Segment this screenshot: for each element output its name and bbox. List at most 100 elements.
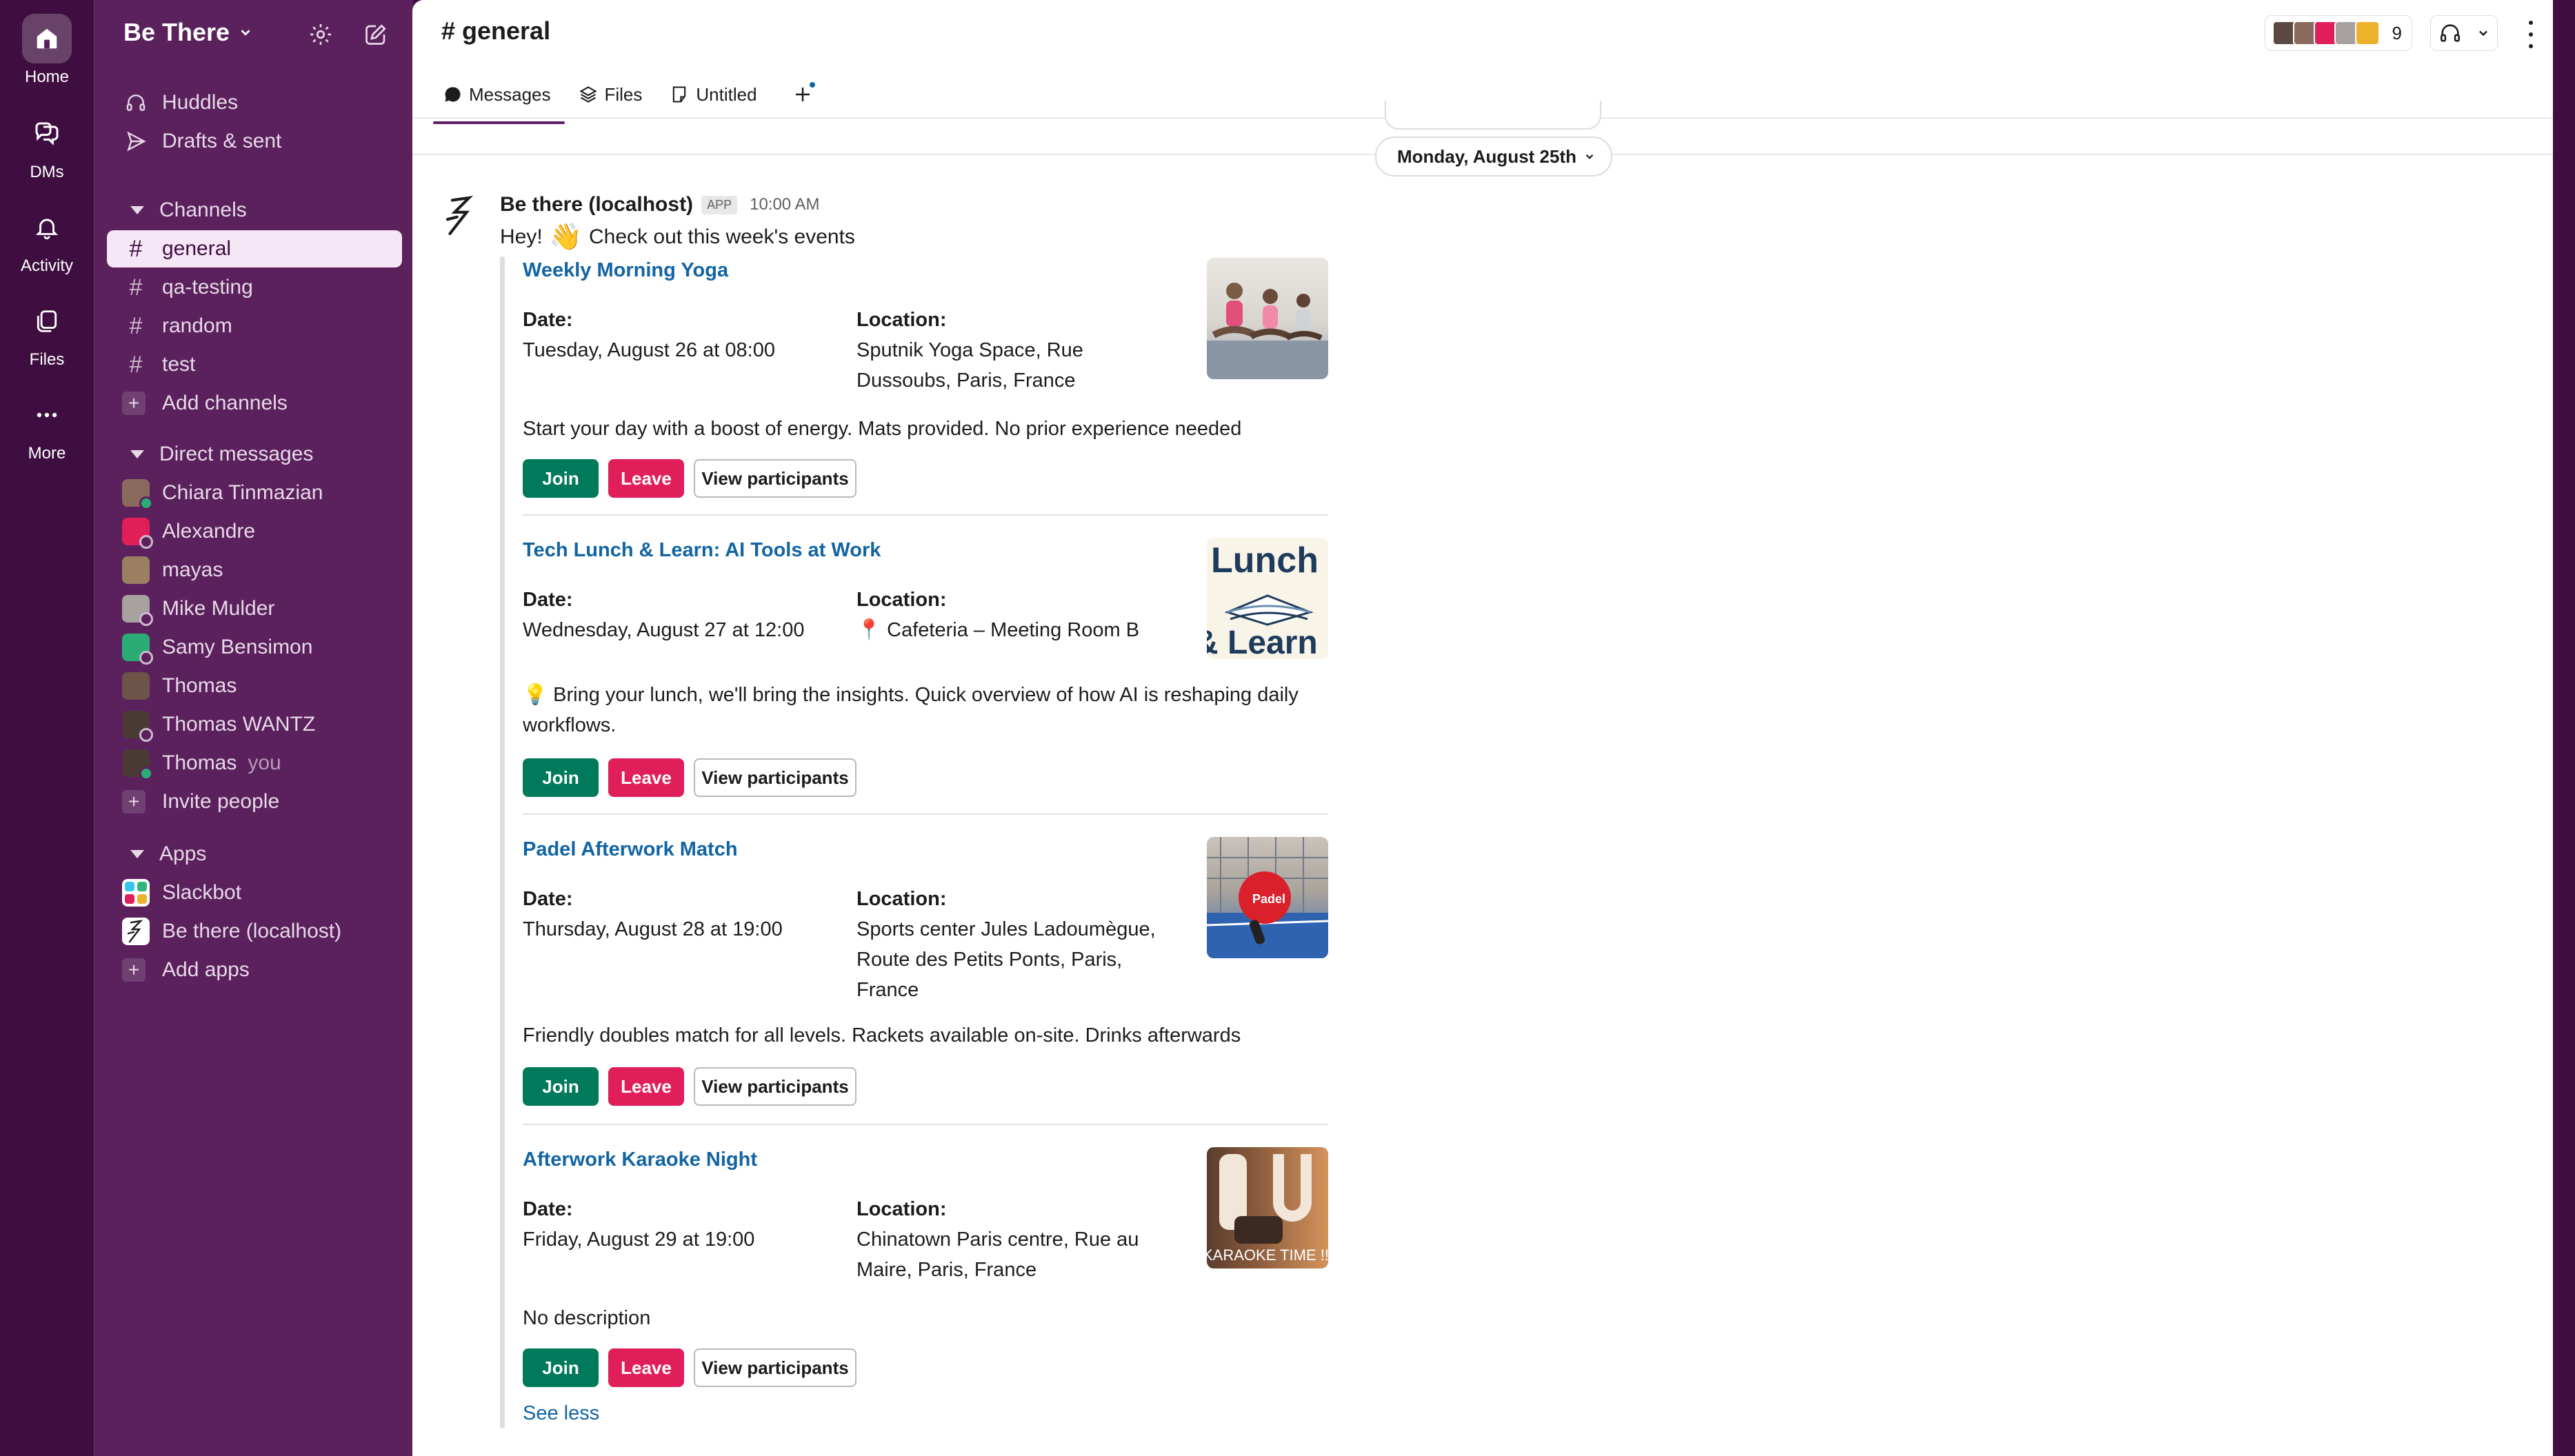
sidebar-dm-self[interactable]: Thomas you	[107, 745, 402, 782]
channel-menu-icon[interactable]	[2527, 21, 2535, 48]
caret-down-icon	[130, 450, 144, 458]
event-date: Friday, August 29 at 19:00	[523, 1228, 755, 1251]
sidebar-channel-general[interactable]: # general	[107, 230, 402, 267]
sidebar-item-label: Alexandre	[162, 520, 256, 543]
date-divider-pill[interactable]: Monday, August 25th	[1375, 136, 1612, 176]
add-tab-button[interactable]	[789, 81, 816, 108]
sidebar-dm[interactable]: Thomas WANTZ	[107, 706, 402, 743]
sidebar-dm[interactable]: Samy Bensimon	[107, 629, 402, 666]
message-sender[interactable]: Be there (localhost)	[500, 193, 693, 216]
members-button[interactable]: 9	[2264, 15, 2412, 51]
event-date: Thursday, August 28 at 19:00	[523, 918, 783, 940]
lunch-image-text: Lunch	[1211, 540, 1319, 580]
karaoke-image[interactable]: KARAOKE TIME !!	[1207, 1147, 1328, 1268]
sidebar-dm[interactable]: Thomas	[107, 667, 402, 705]
see-less-link[interactable]: See less	[523, 1402, 599, 1425]
rail-home-label: Home	[24, 68, 70, 86]
sidebar-item-drafts[interactable]: Drafts & sent	[107, 123, 402, 160]
sidebar-app-be-there[interactable]: Be there (localhost)	[107, 913, 402, 950]
yoga-image[interactable]	[1207, 258, 1328, 379]
dms-icon	[22, 109, 72, 159]
sidebar-item-label: Slackbot	[162, 881, 242, 904]
message-header: Be there (localhost) APP 10:00 AM	[500, 193, 820, 216]
sidebar-dm[interactable]: Chiara Tinmazian	[107, 474, 402, 512]
sidebar-dm[interactable]: Mike Mulder	[107, 590, 402, 627]
message-text: Hey! 👋 Check out this week's events	[500, 222, 855, 252]
karaoke-image-text: KARAOKE TIME !!	[1207, 1246, 1328, 1264]
join-button[interactable]: Join	[523, 459, 599, 498]
view-participants-button[interactable]: View participants	[694, 459, 856, 498]
leave-button[interactable]: Leave	[608, 1067, 684, 1106]
plus-icon: +	[122, 392, 146, 415]
files-icon	[22, 296, 72, 346]
compose-icon[interactable]	[362, 21, 390, 48]
section-label: Apps	[159, 842, 207, 865]
add-apps-button[interactable]: + Add apps	[107, 951, 402, 989]
sidebar-channel-test[interactable]: # test	[107, 346, 402, 383]
sidebar-app-slackbot[interactable]: Slackbot	[107, 874, 402, 911]
invite-people-button[interactable]: + Invite people	[107, 783, 402, 820]
be-there-logo-icon[interactable]	[443, 194, 479, 237]
sidebar-item-label: Add apps	[162, 958, 250, 981]
view-participants-button[interactable]: View participants	[694, 1348, 856, 1387]
event-title[interactable]: Afterwork Karaoke Night	[523, 1149, 757, 1171]
event-title[interactable]: Tech Lunch & Learn: AI Tools at Work	[523, 539, 881, 562]
sidebar-dm[interactable]: Alexandre	[107, 513, 402, 550]
canvas-icon	[670, 85, 689, 104]
avatar	[122, 672, 150, 700]
rail-more[interactable]: More	[0, 390, 94, 463]
padel-image[interactable]: Padel	[1207, 837, 1328, 958]
leave-button[interactable]: Leave	[608, 1348, 684, 1387]
join-button[interactable]: Join	[523, 1348, 599, 1387]
join-button[interactable]: Join	[523, 758, 599, 797]
date-label: Date:	[523, 589, 573, 611]
event-actions: Join Leave View participants	[523, 459, 866, 498]
tab-messages[interactable]: Messages	[429, 74, 565, 124]
event-description: Start your day with a boost of energy. M…	[523, 418, 1242, 440]
workspace-switcher[interactable]: Be There	[123, 18, 253, 47]
tab-files[interactable]: Files	[565, 74, 657, 114]
previous-date-pill	[1385, 101, 1601, 130]
add-channels-button[interactable]: + Add channels	[107, 385, 402, 422]
event-title[interactable]: Weekly Morning Yoga	[523, 259, 728, 282]
sidebar-channel-qa-testing[interactable]: # qa-testing	[107, 269, 402, 306]
view-participants-button[interactable]: View participants	[694, 758, 856, 797]
huddle-button[interactable]	[2430, 15, 2498, 51]
channel-title[interactable]: # general	[441, 17, 550, 46]
sidebar-channel-random[interactable]: # random	[107, 307, 402, 345]
plus-icon	[795, 88, 810, 101]
sidebar-item-label: Thomas	[162, 674, 237, 697]
message-timestamp[interactable]: 10:00 AM	[750, 195, 819, 214]
apps-section-header[interactable]: Apps	[130, 842, 206, 866]
rail-activity[interactable]: Activity	[0, 203, 94, 276]
gear-icon[interactable]	[307, 21, 334, 48]
join-button[interactable]: Join	[523, 1067, 599, 1106]
sidebar-dm[interactable]: mayas	[107, 552, 402, 589]
tab-untitled[interactable]: Untitled	[656, 74, 770, 114]
padel-image-text: Padel	[1252, 892, 1285, 906]
channel-view: # general 9 Messages Files Untitled Mond…	[412, 0, 2564, 1456]
layers-icon	[579, 85, 598, 104]
location-label: Location:	[856, 1198, 947, 1220]
sidebar-item-huddles[interactable]: Huddles	[107, 84, 402, 121]
sidebar-item-label: general	[162, 237, 232, 260]
sidebar-item-label: Thomas WANTZ	[162, 713, 316, 736]
rail-home[interactable]: Home	[0, 14, 94, 87]
dm-section-header[interactable]: Direct messages	[130, 443, 313, 466]
rail-files[interactable]: Files	[0, 296, 94, 370]
avatar	[122, 749, 153, 780]
caret-down-icon	[130, 206, 144, 214]
view-participants-button[interactable]: View participants	[694, 1067, 856, 1106]
hash-icon: #	[129, 351, 143, 378]
sidebar-item-label: Mike Mulder	[162, 597, 275, 620]
leave-button[interactable]: Leave	[608, 459, 684, 498]
event-location: 📍 Cafeteria – Meeting Room B	[856, 615, 1174, 645]
lunch-learn-image[interactable]: Lunch & Learn	[1207, 538, 1328, 659]
leave-button[interactable]: Leave	[608, 758, 684, 797]
event-title[interactable]: Padel Afterwork Match	[523, 838, 738, 861]
presence-icon	[139, 496, 153, 510]
channels-section-header[interactable]: Channels	[130, 199, 247, 222]
section-label: Direct messages	[159, 443, 314, 465]
tab-label: Files	[604, 83, 643, 105]
rail-dms[interactable]: DMs	[0, 109, 94, 182]
